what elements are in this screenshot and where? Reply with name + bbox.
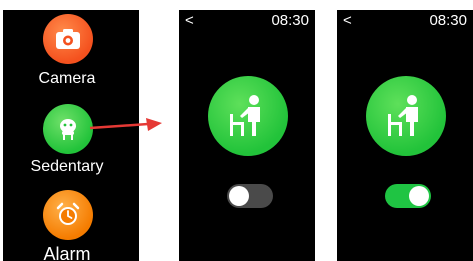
sedentary-badge bbox=[208, 76, 288, 156]
sedentary-screen-on: < 08:30 bbox=[337, 10, 473, 261]
toggle-knob bbox=[229, 186, 249, 206]
sedentary-app-icon[interactable] bbox=[43, 104, 93, 154]
toggle-knob bbox=[409, 186, 429, 206]
alarm-app-icon[interactable] bbox=[43, 190, 93, 240]
tutorial-canvas: Camera Sedentary Alarm < 08:30 < 08:30 bbox=[0, 0, 473, 261]
back-button[interactable]: < bbox=[343, 12, 352, 29]
sedentary-icon bbox=[60, 119, 76, 140]
camera-icon bbox=[56, 29, 80, 49]
menu-item-label-sedentary: Sedentary bbox=[30, 158, 104, 175]
sedentary-person-icon bbox=[230, 95, 260, 136]
sedentary-person-icon bbox=[388, 95, 418, 136]
camera-app-icon[interactable] bbox=[43, 14, 93, 64]
clock-time: 08:30 bbox=[429, 12, 467, 29]
alarm-clock-icon bbox=[56, 202, 80, 225]
menu-item-label-camera: Camera bbox=[38, 70, 96, 87]
sedentary-badge bbox=[366, 76, 446, 156]
back-button[interactable]: < bbox=[185, 12, 194, 29]
sedentary-toggle[interactable] bbox=[385, 184, 431, 208]
pointer-arrow-icon bbox=[89, 118, 162, 131]
clock-time: 08:30 bbox=[271, 12, 309, 29]
sedentary-toggle[interactable] bbox=[227, 184, 273, 208]
sedentary-screen-off: < 08:30 bbox=[179, 10, 315, 261]
menu-item-label-alarm: Alarm bbox=[43, 244, 91, 261]
